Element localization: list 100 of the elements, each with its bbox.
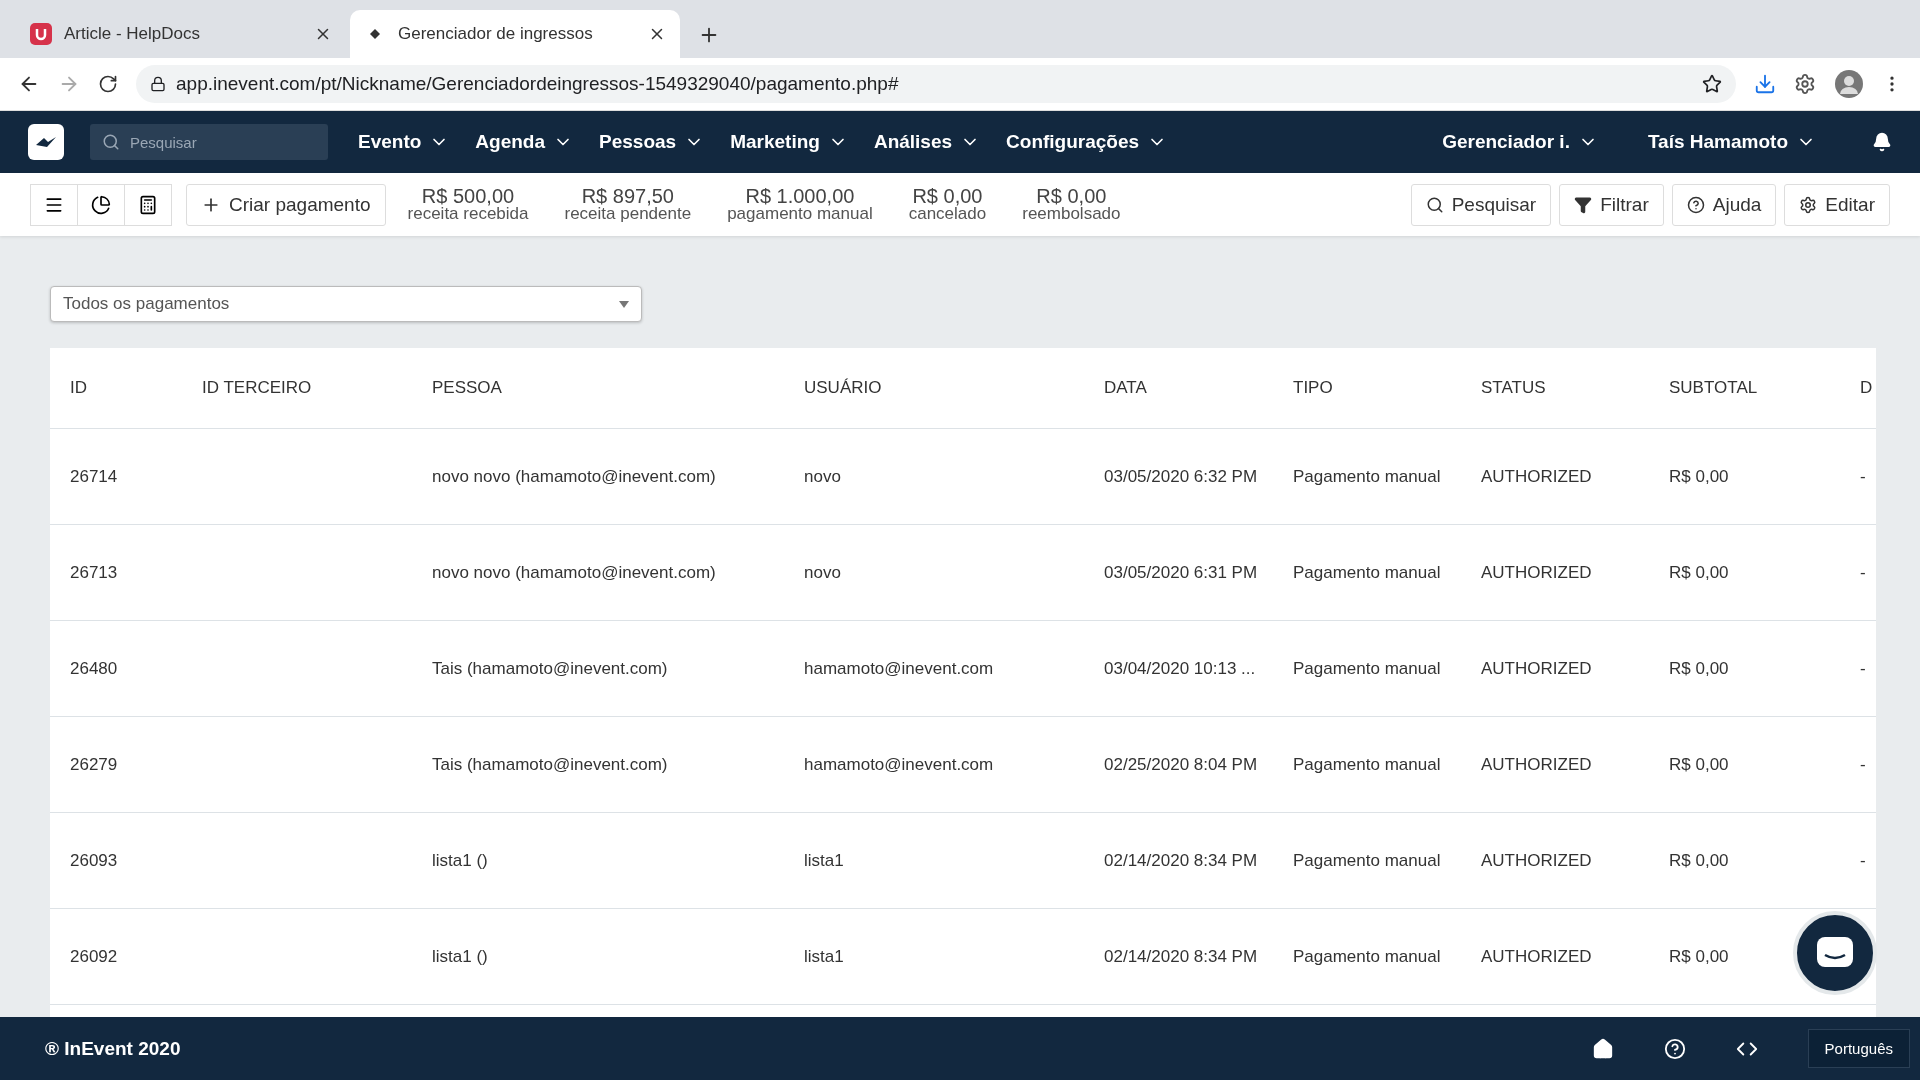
app-favicon-icon [30, 23, 52, 45]
table-cell: R$ 0,00 [1669, 466, 1729, 487]
search-button[interactable]: Pesquisar [1410, 183, 1552, 226]
nav-menu[interactable]: Evento [358, 131, 450, 153]
table-cell: AUTHORIZED [1481, 562, 1592, 583]
notification-icon[interactable] [1872, 132, 1892, 152]
table-cell: AUTHORIZED [1481, 466, 1592, 487]
download-icon[interactable] [1754, 73, 1776, 95]
column-header[interactable]: SUBTOTAL [1669, 378, 1860, 398]
column-header[interactable]: DATA [1104, 378, 1293, 398]
nav-menu[interactable]: Marketing [730, 131, 848, 153]
pie-chart-icon [91, 194, 111, 215]
table-cell: hamamoto@inevent.com [804, 658, 994, 679]
reload-icon[interactable] [98, 74, 118, 94]
table-cell: Pagamento manual [1293, 658, 1441, 679]
table-cell: novo [804, 562, 841, 583]
table-cell: 03/05/2020 6:31 PM [1104, 562, 1258, 583]
table-cell: AUTHORIZED [1481, 850, 1592, 871]
table-cell: Pagamento manual [1293, 850, 1441, 871]
table-cell: - [1860, 562, 1866, 583]
table-cell: 26279 [70, 754, 118, 775]
create-payment-button[interactable]: Criar pagamento [186, 183, 386, 226]
table-cell: lista1 () [432, 946, 488, 967]
stat-value: R$ 0,00 [912, 186, 983, 205]
menu-button[interactable] [30, 183, 78, 226]
table-cell: - [1860, 466, 1866, 487]
table-cell: AUTHORIZED [1481, 946, 1592, 967]
table-cell: Tais (hamamoto@inevent.com) [432, 658, 668, 679]
search-icon [102, 133, 120, 151]
address-bar[interactable]: app.inevent.com/pt/Nickname/Gerenciadordeingressos-1549329040/pagamento.php# [136, 65, 1736, 103]
column-header[interactable]: D [1860, 378, 1876, 398]
table-cell: - [1860, 850, 1866, 871]
funnel-icon [1574, 195, 1593, 214]
star-icon[interactable] [1702, 74, 1722, 94]
table-cell: AUTHORIZED [1481, 754, 1592, 775]
table-cell: - [1860, 658, 1866, 679]
lock-icon [150, 76, 166, 92]
table-cell: 02/14/2020 8:34 PM [1104, 946, 1258, 967]
logo-icon[interactable] [28, 124, 64, 160]
question-icon [1686, 195, 1705, 214]
help-button[interactable]: Ajuda [1671, 183, 1777, 226]
table-cell: lista1 [804, 946, 844, 967]
column-header[interactable]: STATUS [1481, 378, 1669, 398]
help-icon[interactable] [1663, 1037, 1686, 1060]
table-cell: R$ 0,00 [1669, 754, 1729, 775]
column-header[interactable]: ID TERCEIRO [202, 378, 432, 398]
stat-value: R$ 897,50 [581, 186, 674, 205]
table-cell: 03/04/2020 10:13 ... [1104, 658, 1256, 679]
stat-label: receita pendente [564, 204, 692, 223]
nav-menu[interactable]: Análises [873, 131, 981, 153]
table-cell: novo [804, 466, 841, 487]
filter-button[interactable]: Filtrar [1559, 183, 1664, 226]
column-header[interactable]: ID [70, 378, 202, 398]
nav-menu[interactable]: Configurações [1006, 131, 1168, 153]
stat-value: R$ 1.000,00 [745, 186, 855, 205]
pie-chart-button[interactable] [77, 183, 125, 226]
nav-menu[interactable]: Gerenciador i. [1442, 131, 1598, 153]
table-cell: 26092 [70, 946, 118, 967]
home-icon[interactable] [1591, 1037, 1614, 1060]
language-button[interactable]: Português [1807, 1029, 1910, 1068]
search-icon [1425, 195, 1444, 214]
url-text: app.inevent.com/pt/Nickname/Gerenciadordeingressos-1549329040/pagamento.php# [176, 73, 900, 95]
column-header[interactable]: USUÁRIO [804, 378, 1104, 398]
stat-label: cancelado [908, 204, 987, 223]
stat-label: pagamento manual [727, 204, 873, 223]
table-cell: Tais (hamamoto@inevent.com) [432, 754, 668, 775]
stat-label: reembolsado [1022, 204, 1121, 223]
search-field[interactable]: Pesquisar [90, 124, 328, 160]
calculator-button[interactable] [124, 183, 172, 226]
table-cell: novo novo (hamamoto@inevent.com) [432, 562, 716, 583]
avatar-icon[interactable] [1834, 69, 1864, 99]
table-cell: R$ 0,00 [1669, 946, 1729, 967]
edit-button[interactable]: Editar [1784, 183, 1890, 226]
table-cell: Pagamento manual [1293, 754, 1441, 775]
table-cell: 26093 [70, 850, 118, 871]
column-header[interactable]: PESSOA [432, 378, 804, 398]
nav-menu[interactable]: Agenda [475, 131, 574, 153]
table-cell: Pagamento manual [1293, 946, 1441, 967]
table-cell: 26480 [70, 658, 118, 679]
browser-tab[interactable]: Gerenciador de ingressos [350, 10, 680, 58]
table-cell: novo novo (hamamoto@inevent.com) [432, 466, 716, 487]
table-cell: lista1 [804, 850, 844, 871]
stat-value: R$ 500,00 [421, 186, 515, 205]
tab-title: Article - HelpDocs [64, 24, 202, 44]
caret-icon [619, 300, 629, 308]
table-cell: - [1860, 754, 1866, 775]
browser-tab[interactable]: Article - HelpDocs [16, 10, 346, 58]
table-cell: R$ 0,00 [1669, 562, 1729, 583]
table-cell: 26714 [70, 466, 118, 487]
stat-value: R$ 0,00 [1036, 186, 1107, 205]
nav-menu[interactable]: Taís Hamamoto [1647, 131, 1816, 153]
table-cell: lista1 () [432, 850, 488, 871]
gear-icon [1799, 195, 1818, 214]
table-cell: 03/05/2020 6:32 PM [1104, 466, 1258, 487]
nav-menu[interactable]: Pessoas [599, 131, 705, 153]
payment-filter-select[interactable]: Todos os pagamentos [50, 286, 642, 322]
table-cell: Pagamento manual [1293, 562, 1441, 583]
tab-title: Gerenciador de ingressos [398, 24, 594, 44]
column-header[interactable]: TIPO [1293, 378, 1481, 398]
table-cell: 02/14/2020 8:34 PM [1104, 850, 1258, 871]
